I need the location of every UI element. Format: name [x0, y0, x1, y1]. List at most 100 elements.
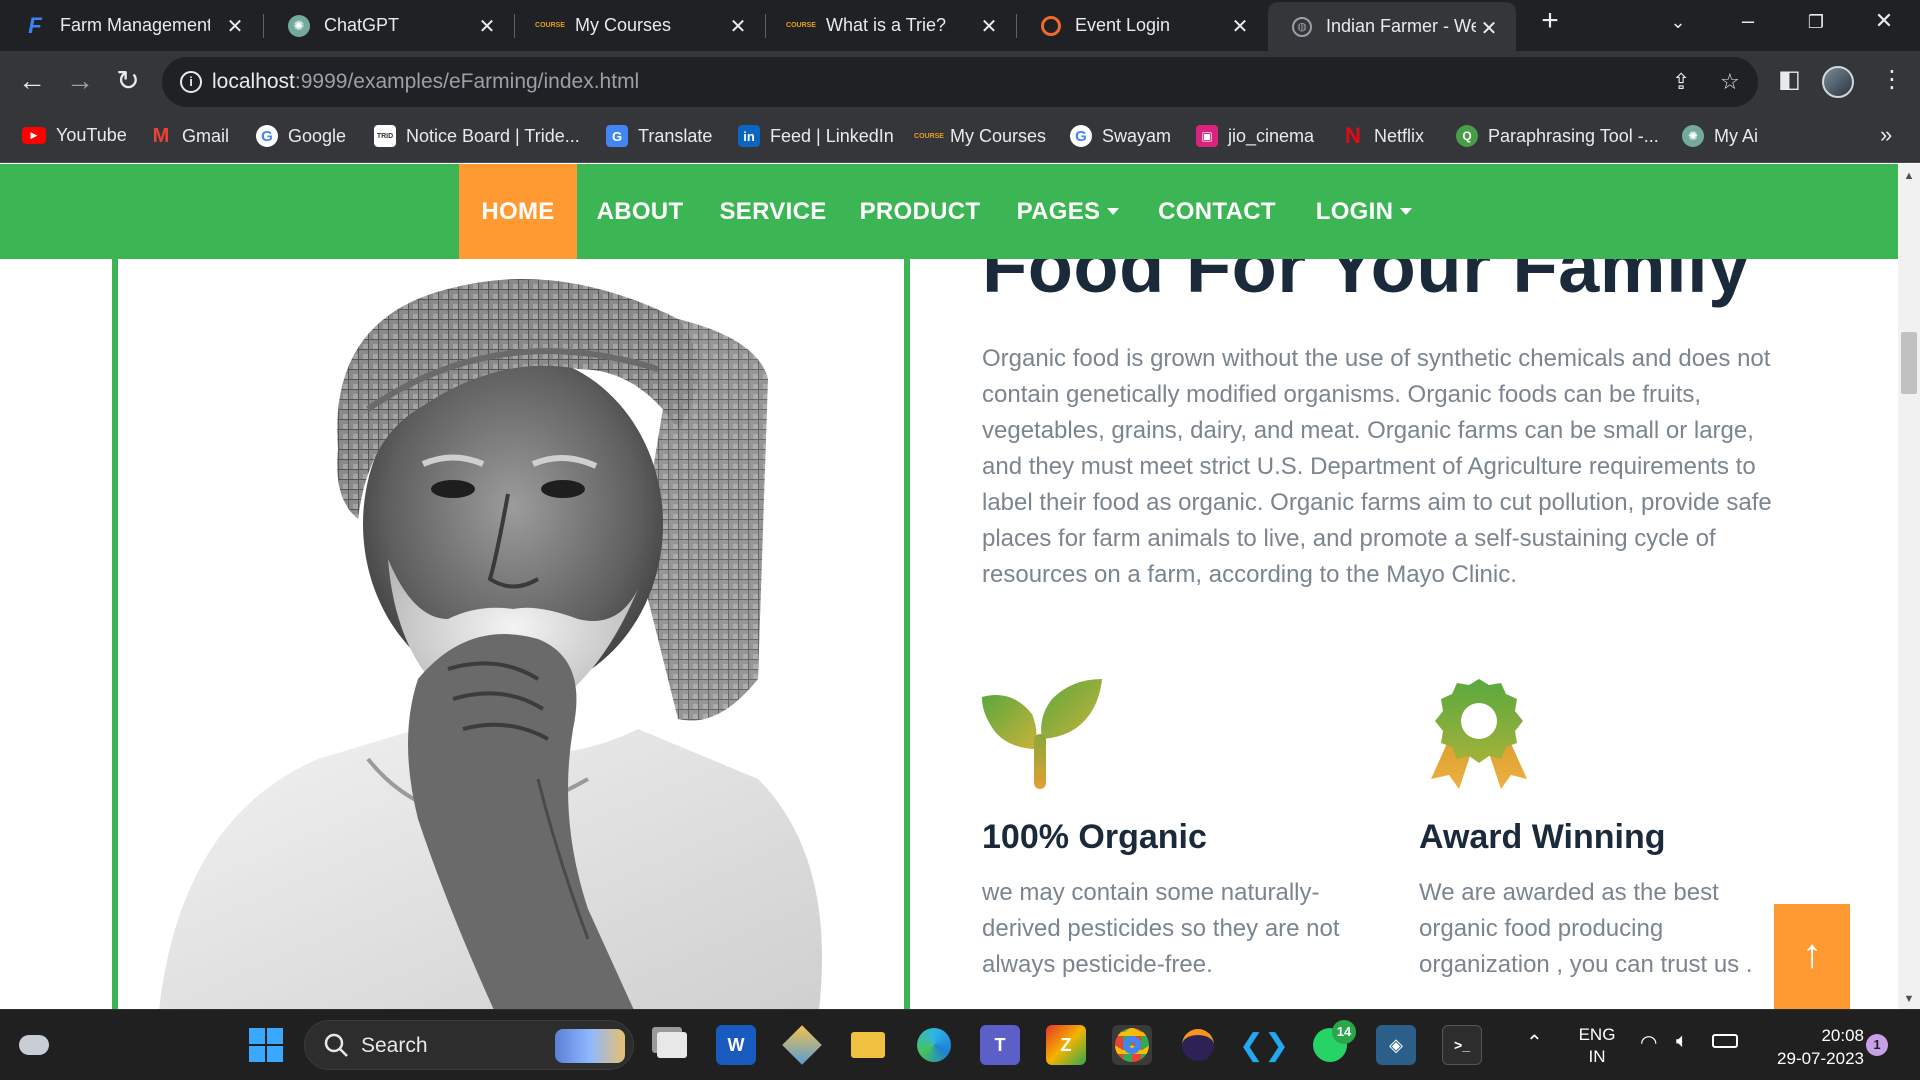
close-tab-icon[interactable]: ✕ — [1229, 14, 1251, 39]
tab-title: Farm Management — [60, 15, 210, 35]
google-icon: G — [256, 125, 278, 147]
bookmark-my-ai[interactable]: ✺ My Ai — [1682, 125, 1758, 147]
nav-login-dropdown[interactable]: LOGIN — [1312, 164, 1416, 259]
bookmark-label: Paraphrasing Tool -... — [1488, 125, 1659, 146]
nav-pages-dropdown[interactable]: PAGES — [1016, 164, 1120, 259]
word-icon[interactable]: W — [716, 1025, 756, 1065]
battery-icon[interactable] — [1712, 1034, 1738, 1048]
tab-event-login[interactable]: Event Login ✕ — [1017, 0, 1267, 51]
coursera-icon: COURSE — [914, 132, 944, 140]
task-view-icon[interactable] — [652, 1025, 692, 1065]
nav-label: ABOUT — [596, 198, 684, 225]
caret-down-icon — [1107, 207, 1120, 215]
award-icon — [1431, 679, 1527, 789]
mysql-workbench-icon[interactable]: ◈ — [1376, 1025, 1416, 1065]
teams-icon[interactable]: T — [980, 1025, 1020, 1065]
restore-icon[interactable]: ❐ — [1796, 12, 1836, 33]
terminal-icon[interactable]: >_ — [1442, 1025, 1482, 1065]
volume-icon[interactable]: 🔈︎ — [1676, 1030, 1688, 1053]
wifi-icon[interactable]: ◠ — [1640, 1030, 1657, 1055]
nav-product[interactable]: PRODUCT — [858, 164, 982, 259]
avatar[interactable] — [1822, 66, 1854, 98]
bookmark-youtube[interactable]: ▶ YouTube — [22, 125, 127, 146]
bookmark-star-icon[interactable]: ☆ — [1720, 69, 1740, 95]
bookmark-linkedin[interactable]: in Feed | LinkedIn — [738, 125, 894, 147]
url-text[interactable]: localhost:9999/examples/eFarming/index.h… — [212, 70, 639, 94]
z-app-icon[interactable]: Z — [1046, 1025, 1086, 1065]
bookmark-my-courses[interactable]: COURSE My Courses — [914, 125, 1046, 147]
reload-button[interactable]: ↻ — [110, 64, 146, 100]
tab-chatgpt[interactable]: ✺ ChatGPT ✕ — [264, 0, 514, 51]
clock[interactable]: 20:08 29-07-2023 — [1754, 1024, 1864, 1070]
sprout-icon — [982, 679, 1102, 789]
scroll-down-arrow-icon[interactable]: ▼ — [1898, 993, 1920, 1005]
feature-award: Award Winning We are awarded as the best… — [1419, 679, 1789, 983]
share-icon[interactable]: ⇪ — [1672, 69, 1690, 95]
bookmark-google[interactable]: G Google — [256, 125, 346, 147]
whatsapp-badge: 14 — [1332, 1020, 1356, 1044]
jiocinema-icon: ▣ — [1196, 125, 1218, 147]
feature-text: we may contain some naturally-derived pe… — [982, 879, 1340, 978]
close-tab-icon[interactable]: ✕ — [727, 14, 749, 39]
back-to-top-button[interactable]: ↑ — [1774, 904, 1850, 1009]
feature-title: 100% Organic — [982, 818, 1207, 856]
close-tab-icon[interactable]: ✕ — [1478, 16, 1500, 41]
minimize-icon[interactable]: – — [1728, 8, 1768, 34]
taskbar-search-box[interactable]: Search — [304, 1020, 634, 1070]
page-scrollbar[interactable]: ▲ ▼ — [1898, 164, 1920, 1009]
address-bar[interactable]: i localhost:9999/examples/eFarming/index… — [162, 57, 1758, 107]
quillbot-icon: Q — [1456, 125, 1478, 147]
more-bookmarks-button[interactable]: » — [1880, 122, 1892, 148]
tab-what-is-a-trie[interactable]: COURSE What is a Trie? ✕ — [766, 0, 1016, 51]
site-info-icon[interactable]: i — [180, 71, 202, 93]
nav-service[interactable]: SERVICE — [718, 164, 828, 259]
tab-indian-farmer[interactable]: ◍ Indian Farmer - We ✕ — [1268, 2, 1516, 51]
language-indicator[interactable]: ENG IN — [1574, 1024, 1620, 1068]
nav-contact[interactable]: CONTACT — [1156, 164, 1278, 259]
scrollbar-thumb[interactable] — [1901, 332, 1917, 394]
bookmark-translate[interactable]: G Translate — [606, 125, 712, 147]
url-path: :9999/examples/eFarming/index.html — [294, 70, 640, 93]
vscode-icon[interactable]: ❮❯ — [1239, 1025, 1289, 1065]
tab-farm-management[interactable]: F Farm Management ✕ — [0, 0, 262, 51]
weather-icon[interactable] — [14, 1025, 54, 1065]
close-tab-icon[interactable]: ✕ — [224, 14, 246, 39]
search-highlight-icon — [555, 1029, 625, 1063]
forward-button[interactable]: → — [62, 64, 98, 100]
tab-strip: F Farm Management ✕ ✺ ChatGPT ✕ COURSE M… — [0, 0, 1920, 51]
bookmark-swayam[interactable]: G Swayam — [1070, 125, 1171, 147]
new-tab-button[interactable]: + — [1530, 4, 1570, 38]
menu-icon[interactable]: ⋮ — [1880, 65, 1904, 94]
tab-title: What is a Trie? — [826, 15, 947, 35]
tab-search-dropdown-icon[interactable]: ⌄ — [1658, 12, 1698, 33]
bookmark-notice-board[interactable]: TRID Notice Board | Tride... — [374, 125, 580, 147]
show-hidden-icons[interactable]: ⌃ — [1526, 1030, 1543, 1055]
search-icon — [324, 1033, 348, 1057]
bookmark-label: Feed | LinkedIn — [770, 125, 894, 146]
nav-about[interactable]: ABOUT — [590, 164, 690, 259]
close-window-icon[interactable]: ✕ — [1864, 8, 1904, 34]
notification-badge[interactable]: 1 — [1866, 1034, 1888, 1056]
nav-home[interactable]: HOME — [459, 164, 577, 259]
back-button[interactable]: ← — [14, 64, 50, 100]
clock-date: 29-07-2023 — [1777, 1049, 1864, 1068]
bookmark-jio-cinema[interactable]: ▣ jio_cinema — [1196, 125, 1314, 147]
chrome-icon[interactable] — [1112, 1025, 1152, 1065]
page-viewport: Food For Your Family HOME ABOUT SERVICE … — [0, 164, 1898, 1009]
close-tab-icon[interactable]: ✕ — [476, 14, 498, 39]
3d-box-icon[interactable] — [782, 1025, 822, 1065]
bookmark-label: Google — [288, 125, 347, 146]
bookmark-paraphrasing-tool[interactable]: Q Paraphrasing Tool -... — [1456, 125, 1659, 147]
edge-icon[interactable] — [914, 1025, 954, 1065]
tab-my-courses[interactable]: COURSE My Courses ✕ — [515, 0, 765, 51]
bookmark-netflix[interactable]: N Netflix — [1342, 123, 1424, 148]
file-explorer-icon[interactable] — [848, 1025, 888, 1065]
tab-title: Event Login — [1075, 15, 1171, 35]
windows-start-icon[interactable] — [246, 1025, 286, 1065]
bookmark-gmail[interactable]: M Gmail — [150, 125, 229, 147]
eclipse-icon[interactable] — [1178, 1025, 1218, 1065]
side-panel-icon[interactable]: ◧ — [1778, 65, 1801, 94]
scroll-up-arrow-icon[interactable]: ▲ — [1898, 170, 1920, 182]
organic-description: Organic food is grown without the use of… — [982, 345, 1772, 588]
close-tab-icon[interactable]: ✕ — [978, 14, 1000, 39]
